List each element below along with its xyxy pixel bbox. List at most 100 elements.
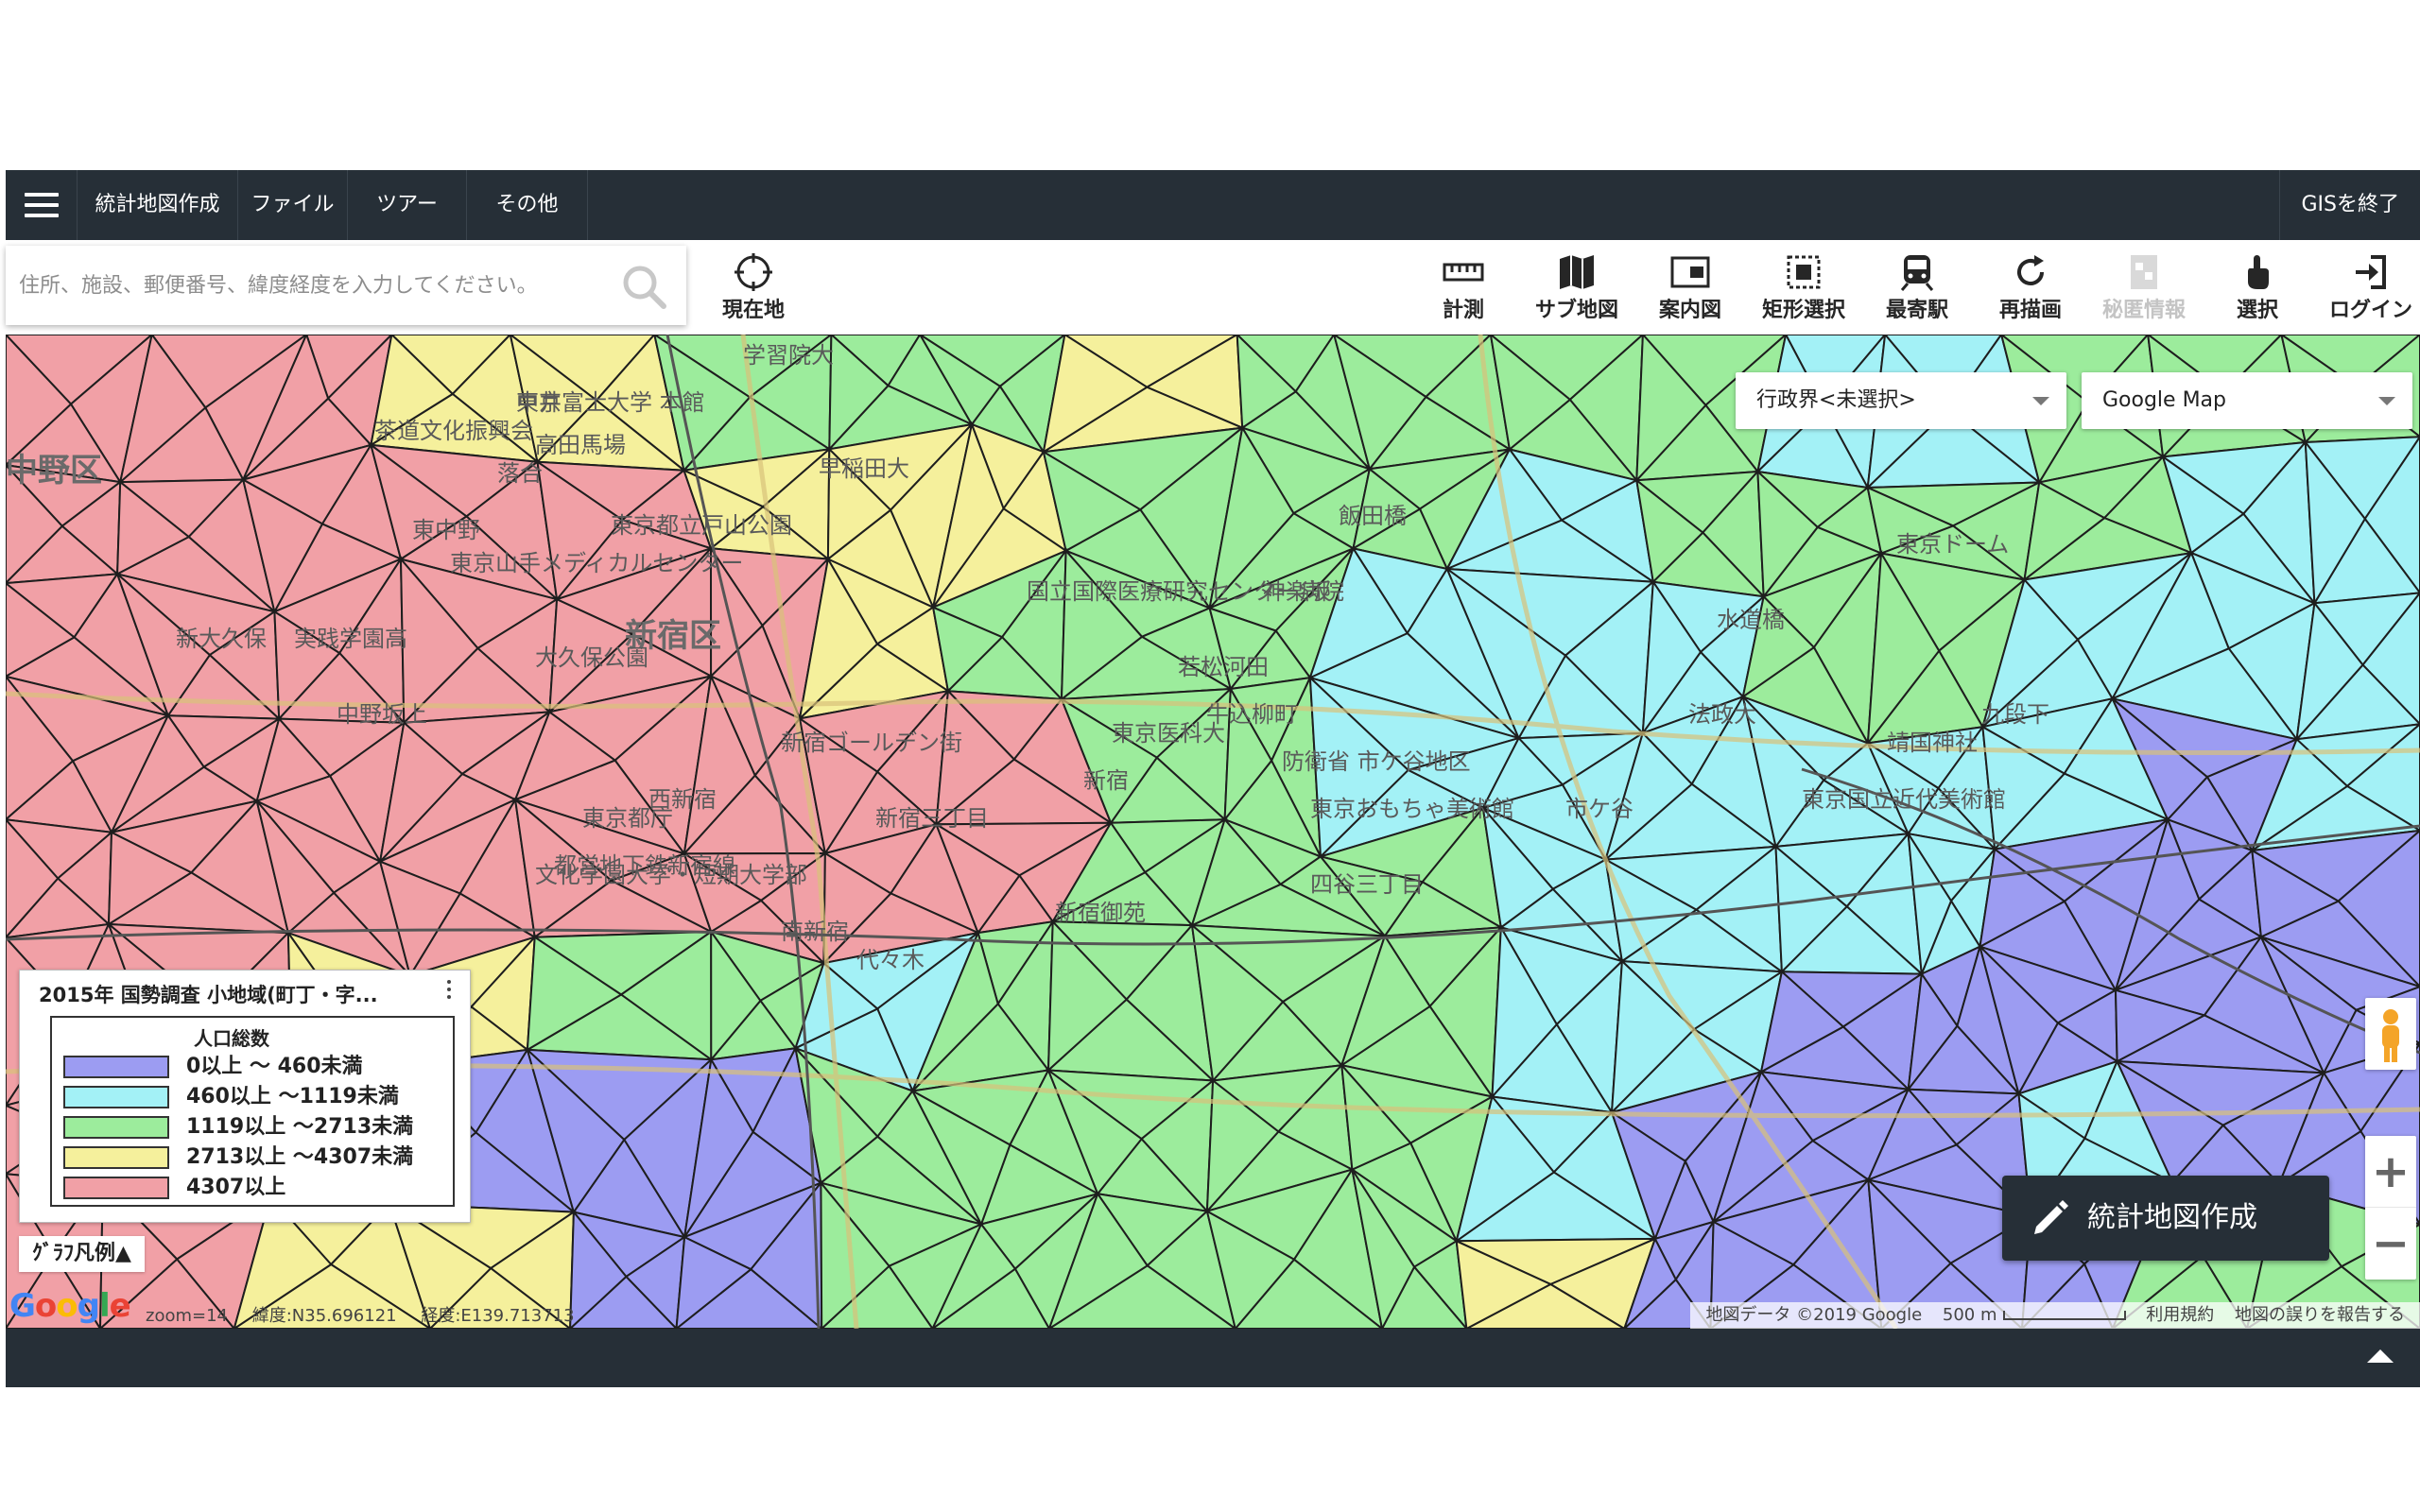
nav-file[interactable]: ファイル [238,170,348,240]
map-place-label: 若松河田 [1178,654,1269,680]
guide-map-label: 案内図 [1658,299,1721,322]
map-place-label: 東京国立近代美術館 [1802,786,2006,813]
report-error-link[interactable]: 地図の誤りを報告する [2227,1305,2412,1325]
chevron-down-icon [2032,397,2049,405]
search-input[interactable] [19,261,605,310]
scale-label: 500 m [1942,1305,1997,1325]
basemap-select[interactable]: Google Map [2082,372,2412,429]
map-fold-icon [1560,255,1594,289]
map-data-credit: 地図データ ©2019 Google [1705,1305,1923,1325]
street-view-pegman-icon[interactable] [2365,998,2416,1070]
guide-map-button[interactable]: 案内図 [1638,246,1742,331]
map-place-label: 大久保公園 [535,644,648,671]
legend-row: 1119以上 〜2713未満 [63,1114,451,1141]
sub-map-label: サブ地図 [1534,299,1618,322]
redraw-button[interactable]: 再描画 [1979,246,2083,331]
sub-map-button[interactable]: サブ地図 [1525,246,1629,331]
longitude-readout: 経度:E139.713713 [421,1306,575,1326]
legend-swatch [63,1177,169,1199]
nav-other[interactable]: その他 [467,170,588,240]
map-place-label: 茶道文化振興会 [374,418,533,444]
top-navbar: 統計地図作成 ファイル ツアー その他 GISを終了 [6,170,2420,240]
map-place-label: 新宿御苑 [1055,900,1146,926]
zoom-readout: zoom=14 [146,1306,228,1326]
map-place-label: 南新宿 [781,919,849,945]
nav-statistical-map[interactable]: 統計地図作成 [78,170,238,240]
coordinate-readout: zoom=14 緯度:N35.696121 経度:E139.713713 [146,1302,594,1327]
more-vertical-icon[interactable] [440,976,458,1005]
create-statistical-map-label: 統計地図作成 [2087,1201,2257,1234]
map-canvas[interactable]: 中野区 新宿区 高田馬場 学習院大 東京富士大学 本館 茶道文化振興会 早稲田大 東京都立戸山… [6,335,2420,1329]
legend-row: 2713以上 〜4307未満 [63,1144,451,1171]
graph-legend-button[interactable]: ｸﾞﾗﾌ凡例▲ [19,1236,145,1272]
crosshair-icon [735,253,772,291]
login-label: ログイン [2328,299,2412,322]
search-box [6,246,686,325]
map-attribution: 地図データ ©2019 Google 500 m 利用規約 地図の誤りを報告する [1690,1302,2420,1329]
legend-swatch [63,1116,169,1139]
search-icon[interactable] [620,263,667,310]
zoom-control: + − [2365,1136,2416,1280]
rect-select-button[interactable]: 矩形選択 [1752,246,1856,331]
legend-swatch [63,1086,169,1108]
latitude-readout: 緯度:N35.696121 [251,1306,397,1326]
confidential-info-label: 秘匿情報 [2101,299,2186,322]
nav-tour[interactable]: ツアー [348,170,467,240]
login-icon [2356,255,2386,289]
rect-select-icon [1787,255,1821,289]
boundary-select[interactable]: 行政界<未選択> [1736,372,2066,429]
chevron-down-icon [2378,397,2395,405]
terms-link[interactable]: 利用規約 [2138,1305,2221,1325]
chevron-up-icon[interactable] [2367,1349,2394,1363]
legend-label: 1119以上 〜2713未満 [186,1115,414,1139]
nearest-station-button[interactable]: 最寄駅 [1865,246,1969,331]
scale-bar [2002,1311,2126,1320]
zoom-out-button[interactable]: − [2365,1208,2416,1280]
map-place-label: 新宿 [1083,767,1129,794]
map-place-label: 東京都庁 [582,805,673,832]
zoom-in-button[interactable]: + [2365,1136,2416,1208]
legend-title: 2015年 国勢調査 小地域(町丁・字... [39,984,378,1006]
legend-label: 460以上 〜1119未満 [186,1085,399,1108]
map-place-label: 新大久保 [176,626,267,652]
select-label: 選択 [2236,299,2278,322]
legend-row: 460以上 〜1119未満 [63,1084,451,1110]
confidential-icon [2131,255,2157,289]
legend-label: 2713以上 〜4307未満 [186,1145,414,1169]
map-place-label: 落合 [497,460,543,487]
bottom-panel-bar [6,1329,2420,1387]
select-button[interactable]: 選択 [2205,246,2309,331]
legend-swatch [63,1056,169,1078]
map-place-label: 高田馬場 [535,432,626,458]
map-place-label: 東京医科大 [1112,720,1225,747]
rect-select-label: 矩形選択 [1761,299,1845,322]
current-location-label: 現在地 [721,299,785,322]
map-place-label: 靖国神社 [1887,730,1978,756]
map-place-label: 市ケ谷 [1565,796,1634,822]
legend-label: 4307以上 [186,1176,286,1199]
pencil-icon [2034,1200,2068,1234]
google-logo: Google [9,1287,131,1325]
map-place-label: 早稲田大 [819,455,909,482]
legend-swatch [63,1146,169,1169]
measure-button[interactable]: 計測 [1411,246,1515,331]
map-place-label: 代々木 [856,947,925,973]
exit-gis-button[interactable]: GISを終了 [2279,170,2420,240]
map-place-label: 水道橋 [1717,607,1785,633]
map-place-label: 東京ドーム [1896,531,2009,558]
map-place-label: 東京おもちゃ美術館 [1310,796,1514,822]
confidential-info-button[interactable]: 秘匿情報 [2092,246,2196,331]
login-button[interactable]: ログイン [2319,246,2420,331]
nearest-station-label: 最寄駅 [1885,299,1948,322]
gis-app: 統計地図作成 ファイル ツアー その他 GISを終了 現在地 [6,170,2420,1387]
map-place-label: 都営地下鉄新宿線 [554,852,735,879]
guide-map-icon [1670,256,1710,288]
hamburger-menu-icon[interactable] [6,170,78,240]
map-place-label: 東京山手メディカルセンター [450,550,743,576]
current-location-button[interactable]: 現在地 [701,246,805,331]
basemap-select-value: Google Map [2102,388,2227,412]
pointer-hand-icon [2248,255,2269,289]
map-place-label: 神楽坂 [1263,578,1331,605]
create-statistical-map-button[interactable]: 統計地図作成 [2002,1176,2329,1261]
train-icon [1900,255,1934,291]
